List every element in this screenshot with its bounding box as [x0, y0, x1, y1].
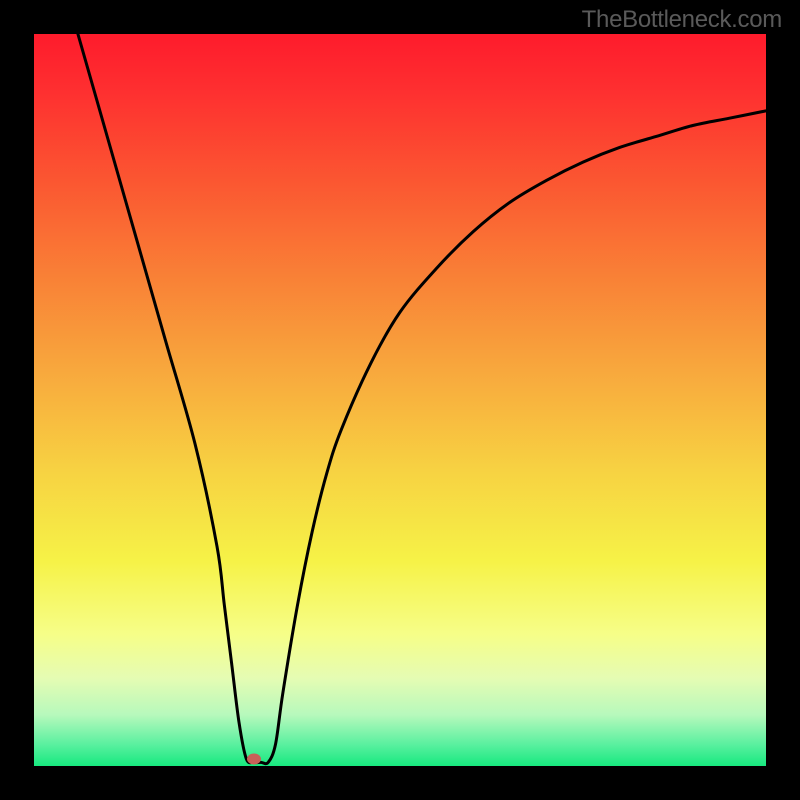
watermark-text: TheBottleneck.com	[582, 6, 782, 34]
chart-plot-area	[34, 34, 766, 766]
optimal-point-marker	[247, 754, 261, 765]
bottleneck-curve	[34, 34, 766, 766]
